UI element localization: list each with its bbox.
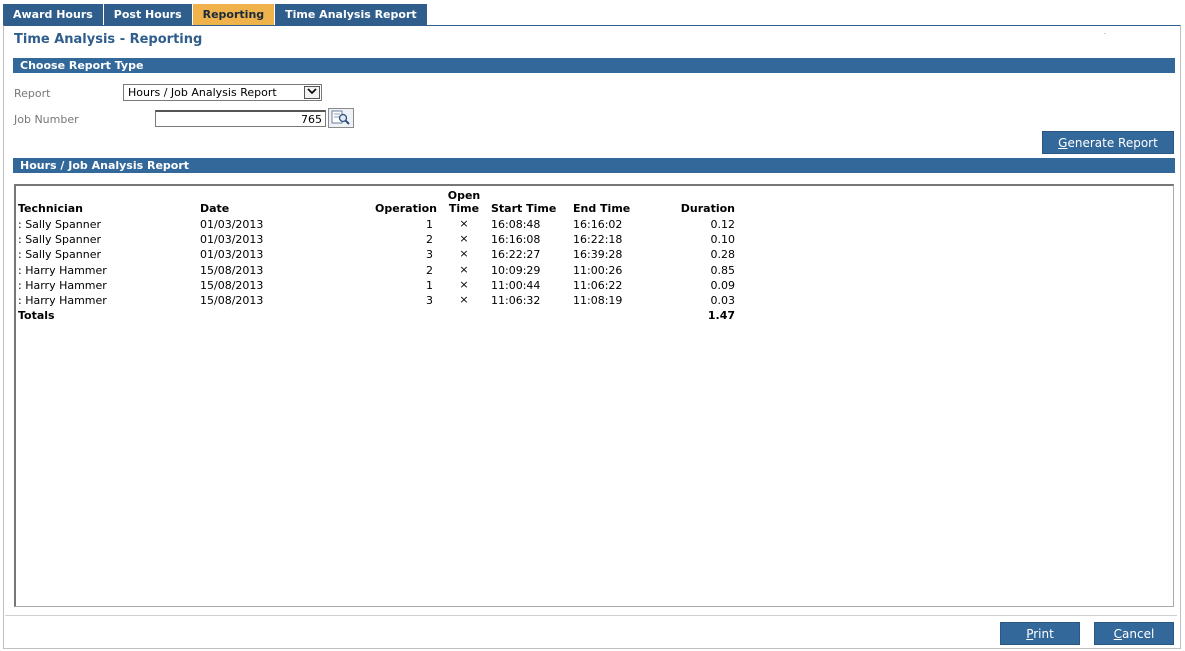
cell-date: 15/08/2013 [200,264,264,277]
tab-time-analysis-report[interactable]: Time Analysis Report [275,4,428,25]
report-select[interactable]: Hours / Job Analysis Report [123,84,322,101]
report-label: Report [14,87,51,100]
cell-operation: 2 [426,233,433,246]
cell-date: 01/03/2013 [200,218,264,231]
chevron-down-icon-svg [307,88,317,95]
cell-start-time: 10:09:29 [491,264,541,277]
cell-start-time: 11:00:44 [491,279,541,292]
decorative-mark [1104,33,1106,34]
cell-start-time: 11:06:32 [491,294,541,307]
cell-technician: : Harry Hammer [18,279,107,292]
header-open-time-line1: Open [447,189,481,202]
cell-technician: : Sally Spanner [18,233,101,246]
generate-report-button[interactable]: Generate Report [1042,131,1174,154]
cell-open-time: × [459,232,469,245]
cell-open-time: × [459,217,469,230]
cell-technician: : Harry Hammer [18,294,107,307]
cell-end-time: 16:22:18 [573,233,623,246]
search-document-icon [331,110,350,125]
cell-duration: 0.12 [710,218,736,231]
header-date: Date [200,202,230,215]
choose-report-type-header: Choose Report Type [13,58,1175,73]
report-section-header: Hours / Job Analysis Report [13,158,1175,173]
cell-duration: 0.09 [710,279,736,292]
job-number-input[interactable] [155,110,326,127]
report-select-value: Hours / Job Analysis Report [128,86,277,99]
header-start-time: Start Time [491,202,557,215]
cell-end-time: 16:39:28 [573,248,623,261]
cell-operation: 1 [426,279,433,292]
cell-date: 15/08/2013 [200,294,264,307]
cell-start-time: 16:16:08 [491,233,541,246]
cell-date: 01/03/2013 [200,233,264,246]
cancel-button[interactable]: Cancel [1094,622,1174,645]
cell-operation: 2 [426,264,433,277]
cell-open-time: × [459,278,469,291]
cell-duration: 0.85 [710,264,736,277]
footer-divider [5,615,1177,616]
cell-end-time: 16:16:02 [573,218,623,231]
header-duration: Duration [680,202,735,215]
tab-award-hours[interactable]: Award Hours [3,4,104,25]
cell-open-time: × [459,263,469,276]
tab-reporting[interactable]: Reporting [192,4,276,25]
cancel-accesskey: C [1113,627,1123,641]
job-lookup-button[interactable] [328,108,354,128]
cell-technician: : Sally Spanner [18,218,101,231]
cell-start-time: 16:22:27 [491,248,541,261]
cell-operation: 3 [426,248,433,261]
job-number-label: Job Number [14,113,79,126]
cell-end-time: 11:06:22 [573,279,623,292]
cell-start-time: 16:08:48 [491,218,541,231]
cell-end-time: 11:00:26 [573,264,623,277]
cell-date: 01/03/2013 [200,248,264,261]
tab-bar: Award Hours Post Hours Reporting Time An… [3,4,428,26]
cell-end-time: 11:08:19 [573,294,623,307]
generate-report-label: enerate Report [1067,136,1158,150]
chevron-down-icon[interactable] [304,86,320,99]
cancel-label: ancel [1122,627,1155,641]
header-operation: Operation [375,202,437,215]
header-technician: Technician [18,202,84,215]
totals-duration: 1.47 [707,309,735,322]
cell-technician: : Sally Spanner [18,248,101,261]
cell-duration: 0.28 [710,248,736,261]
print-button[interactable]: Print [1000,622,1080,645]
header-open-time-line2: Time [448,202,480,215]
print-label: rint [1033,627,1054,641]
cell-open-time: × [459,247,469,260]
cell-open-time: × [459,293,469,306]
header-end-time: End Time [573,202,631,215]
time-analysis-window: Award Hours Post Hours Reporting Time An… [0,0,1185,651]
cell-duration: 0.03 [710,294,736,307]
cell-technician: : Harry Hammer [18,264,107,277]
page-title: Time Analysis - Reporting [14,32,203,47]
cell-duration: 0.10 [710,233,736,246]
report-output: Technician Date Operation Open Time Star… [14,184,1174,607]
cell-date: 15/08/2013 [200,279,264,292]
cell-operation: 3 [426,294,433,307]
cell-operation: 1 [426,218,433,231]
totals-label: Totals [18,309,55,322]
tab-post-hours[interactable]: Post Hours [103,4,193,25]
